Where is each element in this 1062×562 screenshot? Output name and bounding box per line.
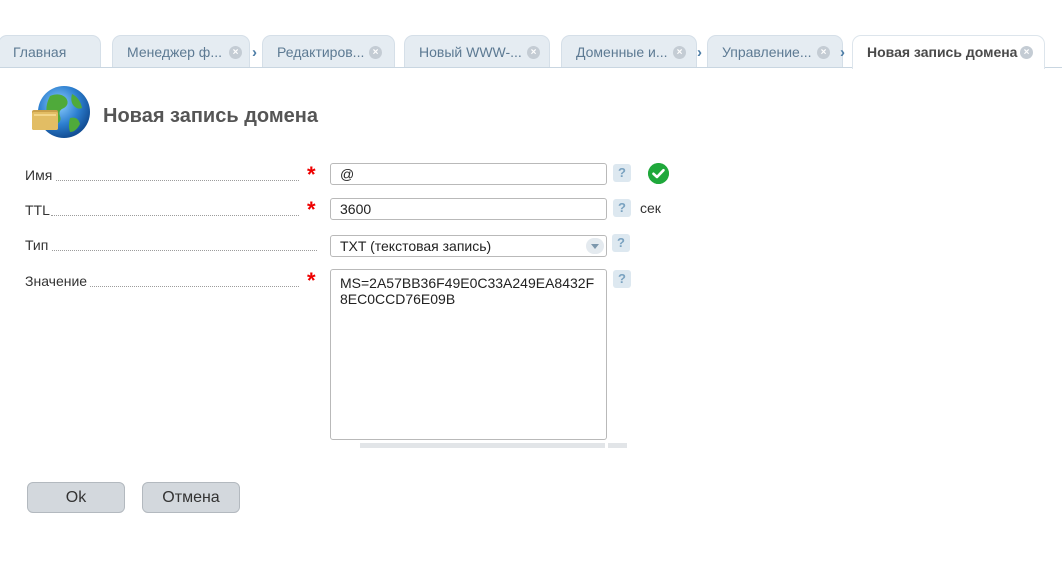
globe-folder-icon [32, 86, 90, 138]
close-icon[interactable]: × [527, 46, 540, 59]
label-leader [51, 215, 299, 216]
label-leader [56, 180, 299, 181]
ttl-label: TTL [25, 202, 50, 218]
tab-management[interactable]: Управление... × [707, 35, 843, 68]
tab-domain-names[interactable]: Доменные и... × [561, 35, 697, 68]
help-icon[interactable]: ? [612, 234, 630, 252]
close-icon[interactable]: × [369, 46, 382, 59]
chevron-right-icon: › [840, 44, 845, 61]
type-select-value: TXT (текстовая запись) [340, 238, 492, 254]
tab-label: Новый WWW-... [419, 44, 522, 60]
label-leader [52, 250, 317, 251]
resize-handle[interactable] [608, 443, 627, 448]
chevron-down-icon[interactable] [586, 238, 604, 254]
type-label: Тип [25, 237, 49, 253]
tab-home[interactable]: Главная [0, 35, 101, 68]
tab-label: Доменные и... [576, 44, 668, 60]
help-icon[interactable]: ? [613, 270, 631, 288]
value-label: Значение [25, 273, 88, 289]
tab-label: Управление... [722, 44, 812, 60]
tab-edit[interactable]: Редактиров... × [262, 35, 395, 68]
horizontal-scrollbar[interactable] [360, 443, 605, 448]
type-select[interactable]: TXT (текстовая запись) [330, 235, 607, 257]
tab-new-www[interactable]: Новый WWW-... × [404, 35, 550, 68]
tab-new-domain-record[interactable]: Новая запись домена × [852, 35, 1045, 69]
name-label: Имя [25, 167, 53, 183]
tab-label: Главная [13, 44, 67, 60]
chevron-right-icon: › [697, 44, 702, 61]
close-icon[interactable]: × [673, 46, 686, 59]
tab-label: Новая запись домена [867, 44, 1018, 60]
cancel-button[interactable]: Отмена [142, 482, 240, 513]
page-title: Новая запись домена [103, 105, 318, 127]
checkmark-icon [648, 163, 669, 184]
tab-bar: Главная Менеджер ф... × › Редактиров... … [0, 0, 1062, 69]
help-icon[interactable]: ? [613, 164, 631, 182]
tab-file-manager[interactable]: Менеджер ф... × [112, 35, 250, 68]
ttl-input[interactable]: 3600 [330, 198, 607, 220]
close-icon[interactable]: × [229, 46, 242, 59]
ttl-unit: сек [640, 200, 661, 216]
required-marker: * [307, 162, 316, 187]
close-icon[interactable]: × [817, 46, 830, 59]
required-marker: * [307, 268, 316, 293]
chevron-right-icon: › [252, 44, 257, 61]
required-marker: * [307, 197, 316, 222]
close-icon[interactable]: × [1020, 46, 1033, 59]
value-textarea[interactable]: MS=2A57BB36F49E0C33A249EA8432F8EC0CCD76E… [330, 269, 607, 440]
label-leader [90, 286, 299, 287]
tab-label: Менеджер ф... [127, 44, 222, 60]
name-input[interactable]: @ [330, 163, 607, 185]
help-icon[interactable]: ? [613, 199, 631, 217]
ok-button[interactable]: Ok [27, 482, 125, 513]
tab-label: Редактиров... [277, 44, 365, 60]
